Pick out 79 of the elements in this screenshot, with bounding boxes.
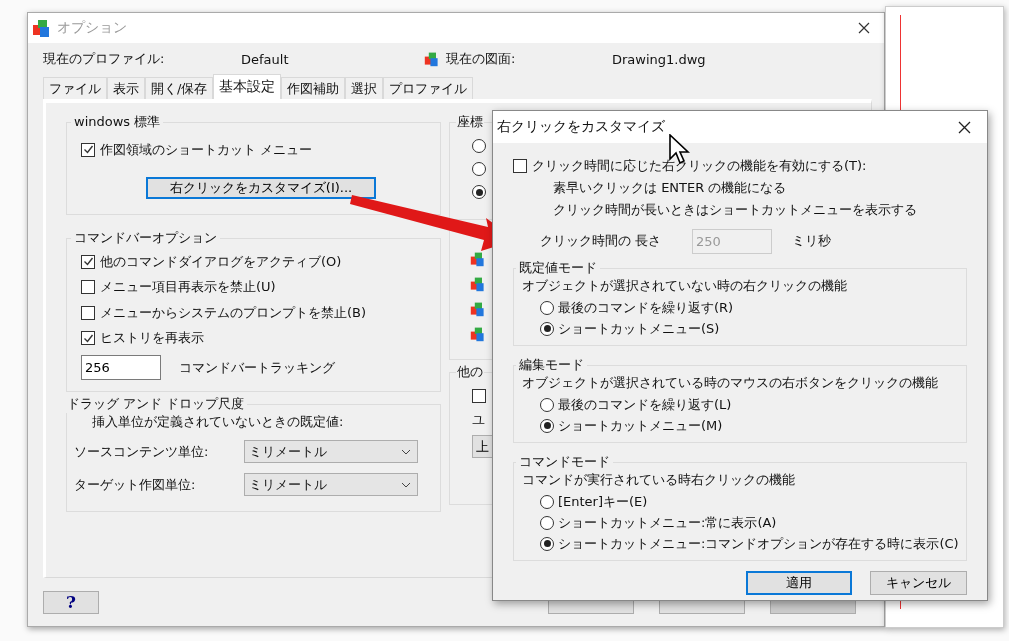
tracking-input[interactable]: 256 (81, 355, 161, 380)
option-label: ユ (472, 411, 485, 429)
checkbox[interactable] (81, 280, 95, 295)
help-button[interactable]: ? (43, 590, 99, 614)
checkbox[interactable] (513, 159, 527, 173)
drawing-value: Drawing1.dwg (612, 51, 706, 67)
checkbox[interactable] (472, 389, 486, 403)
radio-button[interactable] (472, 162, 486, 176)
dialog-button[interactable]: キャンセル (870, 571, 967, 595)
chevron-down-icon (401, 448, 411, 455)
group-title: 他の (456, 363, 484, 381)
unit-label: ソースコンテンツ単位: (74, 442, 210, 461)
tab[interactable]: プロファイル (383, 77, 474, 99)
customize-button[interactable]: 右クリックをカスタマイズ(I)... (146, 176, 376, 199)
checkbox[interactable] (81, 142, 95, 157)
app-logo-icon (470, 251, 486, 267)
tab[interactable]: 表示 (107, 77, 145, 99)
group-title: コマンドバーオプション (73, 229, 218, 247)
note-text: クリック時間が長いときはショートカットメニューを表示する (552, 201, 918, 219)
unit-label: ターゲット作図単位: (74, 475, 197, 494)
radio-button[interactable] (472, 185, 486, 199)
tracking-label: コマンドバートラッキング (179, 358, 335, 377)
radio-button[interactable] (540, 494, 554, 509)
radio-label: [Enter]キー(E) (558, 492, 648, 511)
drawing-logo-icon (424, 51, 440, 67)
unit-dropdown[interactable]: ミリメートル (244, 440, 418, 463)
window-title: オプション (57, 19, 128, 37)
app-logo-icon (470, 301, 486, 317)
note-text: 挿入単位が定義されていないときの既定値: (91, 413, 345, 431)
group-description: コマンドが実行されている時右クリックの機能 (522, 471, 796, 489)
unit-label: ミリ秒 (792, 232, 831, 250)
checkbox-label: 他のコマンドダイアログをアクティブ(O) (100, 252, 342, 271)
checkbox[interactable] (81, 305, 95, 320)
profile-value: Default (241, 51, 290, 67)
radio-button[interactable] (540, 418, 554, 433)
close-icon[interactable] (858, 22, 870, 34)
group-title: 編集モード (518, 356, 585, 374)
duration-label: クリック時間の 長さ (540, 232, 663, 250)
checkbox-label: 作図領域のショートカット メニュー (100, 140, 313, 159)
radio-button[interactable] (540, 536, 554, 551)
group-title: 座標 (456, 113, 484, 131)
group-title: ドラッグ アンド ドロップ尺度 (66, 395, 246, 413)
tab[interactable]: 開く/保存 (145, 77, 214, 99)
chevron-down-icon (401, 481, 411, 488)
tab[interactable]: ファイル (43, 77, 107, 99)
tab[interactable]: 基本設定 (213, 74, 282, 99)
tab[interactable]: 作図補助 (281, 77, 346, 99)
checkbox-label: メニューからシステムのプロンプトを禁止(B) (100, 303, 367, 322)
group-description: オブジェクトが選択されていない時の右クリックの機能 (522, 277, 848, 295)
radio-label: ショートカットメニュー:コマンドオプションが存在する時に表示(C) (558, 534, 959, 553)
note-text: 素早いクリックは ENTER の機能になる (552, 179, 788, 197)
radio-label: ショートカットメニュー(M) (558, 416, 723, 435)
radio-label: 最後のコマンドを繰り返す(L) (558, 395, 732, 414)
checkbox-label: メニュー項目再表示を禁止(U) (100, 278, 276, 297)
radio-button[interactable] (472, 139, 486, 153)
app-logo-icon (32, 18, 52, 38)
radio-label: 最後のコマンドを繰り返す(R) (558, 298, 734, 317)
dialog-button[interactable]: 適用 (746, 571, 852, 595)
app-logo-icon (470, 276, 486, 292)
checkbox-label: ヒストリを再表示 (100, 329, 204, 348)
radio-button[interactable] (540, 397, 554, 412)
profile-label: 現在のプロファイル: (43, 50, 166, 68)
dialog-title: 右クリックをカスタマイズ (497, 118, 665, 136)
radio-label: ショートカットメニュー(S) (558, 319, 720, 338)
radio-label: ショートカットメニュー:常に表示(A) (558, 513, 777, 532)
drawing-label: 現在の図面: (446, 50, 517, 68)
checkbox[interactable] (81, 254, 95, 269)
group-title: コマンドモード (518, 453, 611, 471)
unit-dropdown[interactable]: ミリメートル (244, 473, 418, 496)
group-title: 既定値モード (518, 259, 598, 277)
group-description: オブジェクトが選択されている時のマウスの右ボタンをクリックの機能 (522, 374, 939, 392)
group-title: windows 標準 (73, 113, 162, 131)
radio-button[interactable] (540, 515, 554, 530)
checkbox[interactable] (81, 331, 95, 346)
close-icon[interactable] (958, 120, 971, 134)
tab[interactable]: 選択 (345, 77, 384, 99)
radio-button[interactable] (540, 321, 554, 336)
radio-button[interactable] (540, 300, 554, 315)
app-logo-icon (470, 326, 486, 342)
